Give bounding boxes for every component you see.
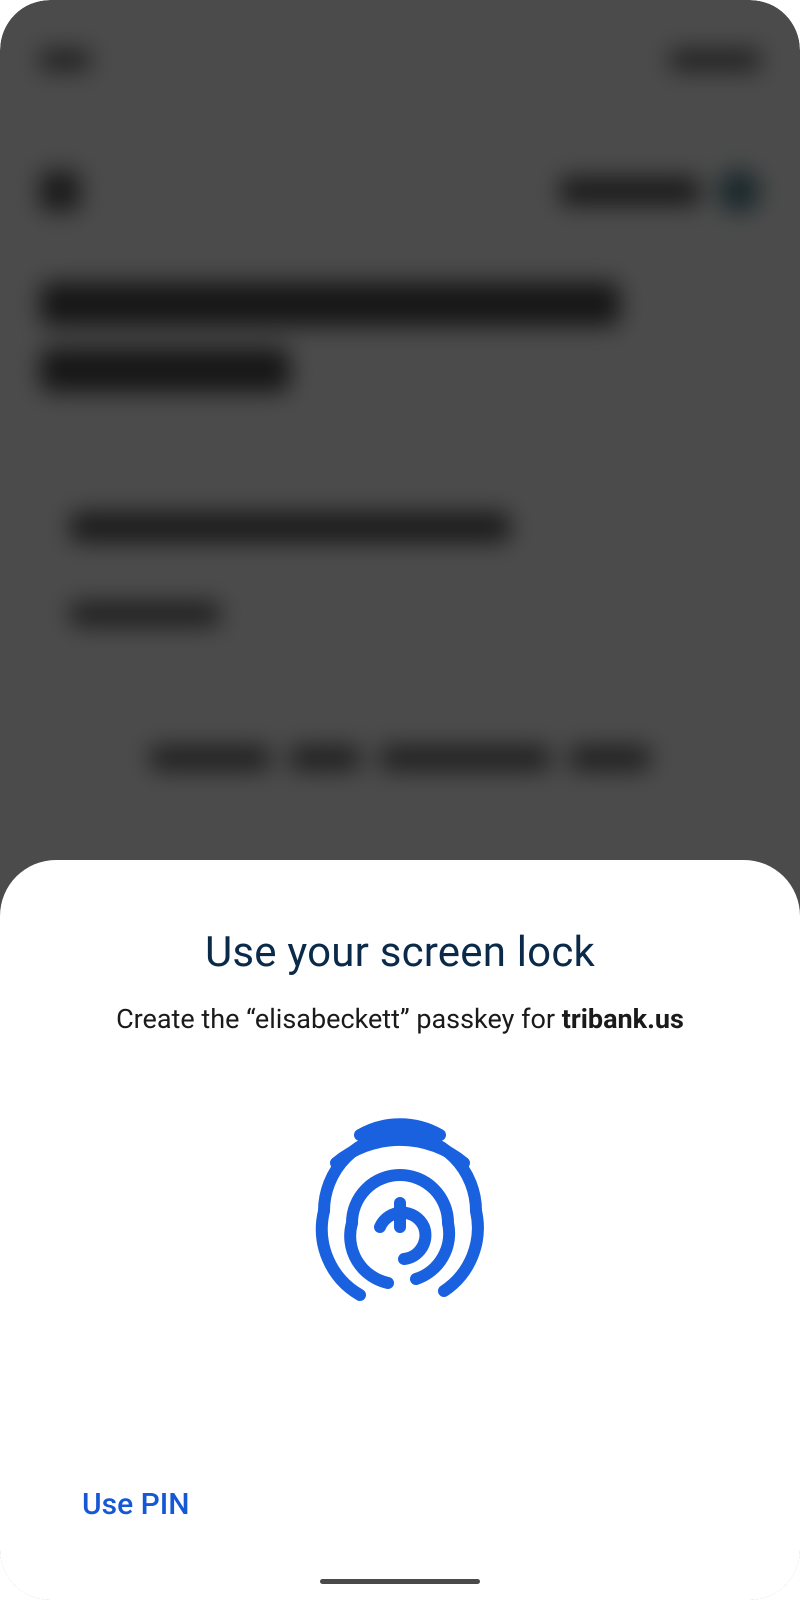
sheet-subtitle: Create the “elisabeckett” passkey for tr… [116, 1003, 684, 1035]
subtitle-username: elisabeckett [255, 1003, 400, 1035]
subtitle-mid: ” passkey for [400, 1003, 562, 1035]
home-indicator[interactable] [320, 1579, 480, 1584]
subtitle-prefix: Create the “ [116, 1003, 255, 1035]
subtitle-domain: tribank.us [562, 1003, 684, 1035]
device-frame: Use your screen lock Create the “elisabe… [0, 0, 800, 1600]
use-pin-button[interactable]: Use PIN [78, 1479, 194, 1530]
sheet-footer: Use PIN [0, 1479, 800, 1530]
fingerprint-icon[interactable] [300, 1115, 500, 1335]
screen-lock-bottom-sheet: Use your screen lock Create the “elisabe… [0, 860, 800, 1600]
sheet-title: Use your screen lock [205, 928, 595, 977]
